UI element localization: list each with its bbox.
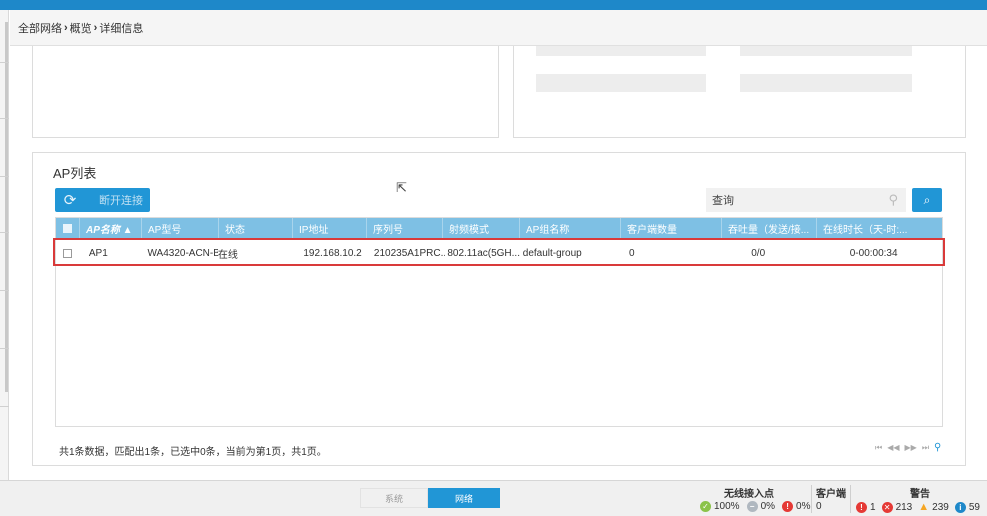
ap-fault-percent[interactable]: 0% (796, 501, 810, 512)
last-page-icon[interactable]: ⏭ (922, 443, 929, 453)
clients-stats: 0 (816, 501, 822, 512)
left-rail (0, 10, 9, 480)
rail-divider (0, 118, 9, 119)
breadcrumb-item-overview[interactable]: 概览 (70, 20, 92, 36)
col-client-count[interactable]: 客户端数量 (621, 218, 722, 238)
row-checkbox[interactable] (63, 248, 72, 258)
rail-divider (0, 176, 9, 177)
col-throughput[interactable]: 吞吐量（发送/接... (722, 218, 817, 238)
ap-online-percent[interactable]: 100% (714, 501, 740, 512)
alarm-minor-count[interactable]: 239 (932, 502, 949, 513)
cell-ap-model: WA4320-ACN-B (147, 247, 218, 259)
col-ap-name[interactable]: AP名称 ▲ (80, 218, 142, 238)
col-radio-mode[interactable]: 射频模式 (443, 218, 520, 238)
cell-throughput: 0/0 (751, 247, 766, 259)
ap-list-panel: AP列表 ⟳ 断开连接 ⚲ ⌕ AP名称 ▲ AP型号 状态 IP地址 序列号 … (32, 152, 966, 466)
placeholder-bar (740, 74, 912, 92)
tab-network[interactable]: 网络 (428, 488, 500, 508)
breadcrumb-separator: › (93, 21, 98, 34)
minor-alarm-icon: ▲ (918, 501, 930, 513)
ap-offline-percent[interactable]: 0% (761, 501, 775, 512)
top-accent-bar (0, 0, 987, 10)
wireless-ap-title: 无线接入点 (724, 489, 774, 500)
advanced-search-icon: ⌕ (923, 192, 931, 207)
clients-title: 客户端 (816, 489, 846, 500)
row-checkbox-cell (56, 240, 80, 266)
client-count[interactable]: 0 (816, 501, 822, 512)
alarm-critical-count[interactable]: 1 (870, 502, 876, 513)
alarm-major-count[interactable]: 213 (896, 502, 913, 513)
left-scrollbar[interactable] (5, 22, 8, 392)
cell-ip: 192.168.10.2 (303, 247, 362, 259)
breadcrumb-item-all-networks[interactable]: 全部网络 (18, 20, 62, 36)
critical-alarm-icon: ! (856, 501, 867, 513)
rail-divider (0, 62, 9, 63)
col-online-time[interactable]: 在线时长（天-时:... (817, 218, 942, 238)
pager: ⏮ ◀◀ ▶▶ ⏭ ⚲ (875, 442, 941, 453)
divider (811, 485, 812, 513)
wireless-ap-stats: ✓ 100% − 0% ! 0% (700, 501, 810, 512)
online-check-icon: ✓ (700, 501, 711, 512)
disconnect-button[interactable]: 断开连接 (85, 192, 143, 208)
search-icon[interactable]: ⚲ (888, 192, 898, 208)
bottom-status-bar: 系统 网络 无线接入点 ✓ 100% − 0% ! 0% 客户端 0 警告 ! … (0, 480, 987, 516)
refresh-icon[interactable]: ⟳ (55, 191, 85, 209)
alarms-title: 警告 (910, 489, 930, 500)
ap-list-title: AP列表 (53, 166, 97, 181)
rail-divider (0, 232, 9, 233)
rail-divider (0, 348, 9, 349)
major-alarm-icon: ✕ (881, 501, 893, 513)
table-row[interactable]: AP1 WA4320-ACN-B 在线 192.168.10.2 210235A… (56, 240, 942, 266)
prev-page-icon[interactable]: ◀◀ (887, 443, 899, 452)
search-input[interactable] (712, 194, 872, 206)
offline-minus-icon: − (746, 501, 758, 512)
rail-divider (0, 290, 9, 291)
next-page-icon[interactable]: ▶▶ (905, 443, 917, 452)
cell-online-time: 0-00:00:34 (849, 247, 898, 259)
mouse-cursor-icon: ⇱ (396, 180, 407, 195)
col-ap-group[interactable]: AP组名称 (520, 218, 621, 238)
col-ip[interactable]: IP地址 (293, 218, 367, 238)
cell-serial: 210235A1PRC... (373, 247, 446, 259)
col-serial[interactable]: 序列号 (367, 218, 443, 238)
advanced-search-button[interactable]: ⌕ (912, 188, 942, 212)
breadcrumb-separator: › (64, 21, 68, 34)
breadcrumb: 全部网络 › 概览 › 详细信息 (10, 10, 987, 46)
fault-alert-icon: ! (782, 501, 794, 512)
col-status[interactable]: 状态 (219, 218, 293, 238)
info-panel-left (32, 46, 499, 138)
placeholder-bar (536, 46, 706, 56)
tab-system[interactable]: 系统 (360, 488, 428, 508)
toolbar-buttons: ⟳ 断开连接 (55, 188, 150, 212)
table-summary: 共1条数据，匹配出1条，已选中0条，当前为第1页，共1页。 (59, 447, 327, 458)
search-box: ⚲ (706, 188, 906, 212)
rail-divider (0, 406, 9, 407)
location-pin-icon[interactable]: ⚲ (934, 442, 941, 453)
divider (850, 485, 851, 513)
cell-status: 在线 (217, 249, 238, 261)
cell-ap-group: default-group (522, 247, 582, 259)
cell-ap-name: AP1 (88, 247, 108, 259)
first-page-icon[interactable]: ⏮ (875, 443, 882, 453)
col-ap-model[interactable]: AP型号 (142, 218, 219, 238)
placeholder-bar (536, 74, 706, 92)
alarms-stats: ! 1 ✕ 213 ▲ 239 i 59 (856, 501, 980, 513)
alarm-info-count[interactable]: 59 (969, 502, 980, 513)
breadcrumb-item-details: 详细信息 (99, 22, 144, 35)
ap-table: AP名称 ▲ AP型号 状态 IP地址 序列号 射频模式 AP组名称 客户端数量… (55, 217, 943, 427)
info-panel-right (513, 46, 966, 138)
placeholder-bar (740, 46, 912, 56)
select-all-checkbox[interactable] (63, 223, 72, 233)
info-alarm-icon: i (954, 501, 966, 513)
table-header: AP名称 ▲ AP型号 状态 IP地址 序列号 射频模式 AP组名称 客户端数量… (56, 218, 942, 238)
select-all-checkbox-cell (56, 218, 80, 238)
cell-radio-mode: 802.11ac(5GH... (447, 247, 520, 259)
cell-client-count: 0 (628, 247, 635, 259)
